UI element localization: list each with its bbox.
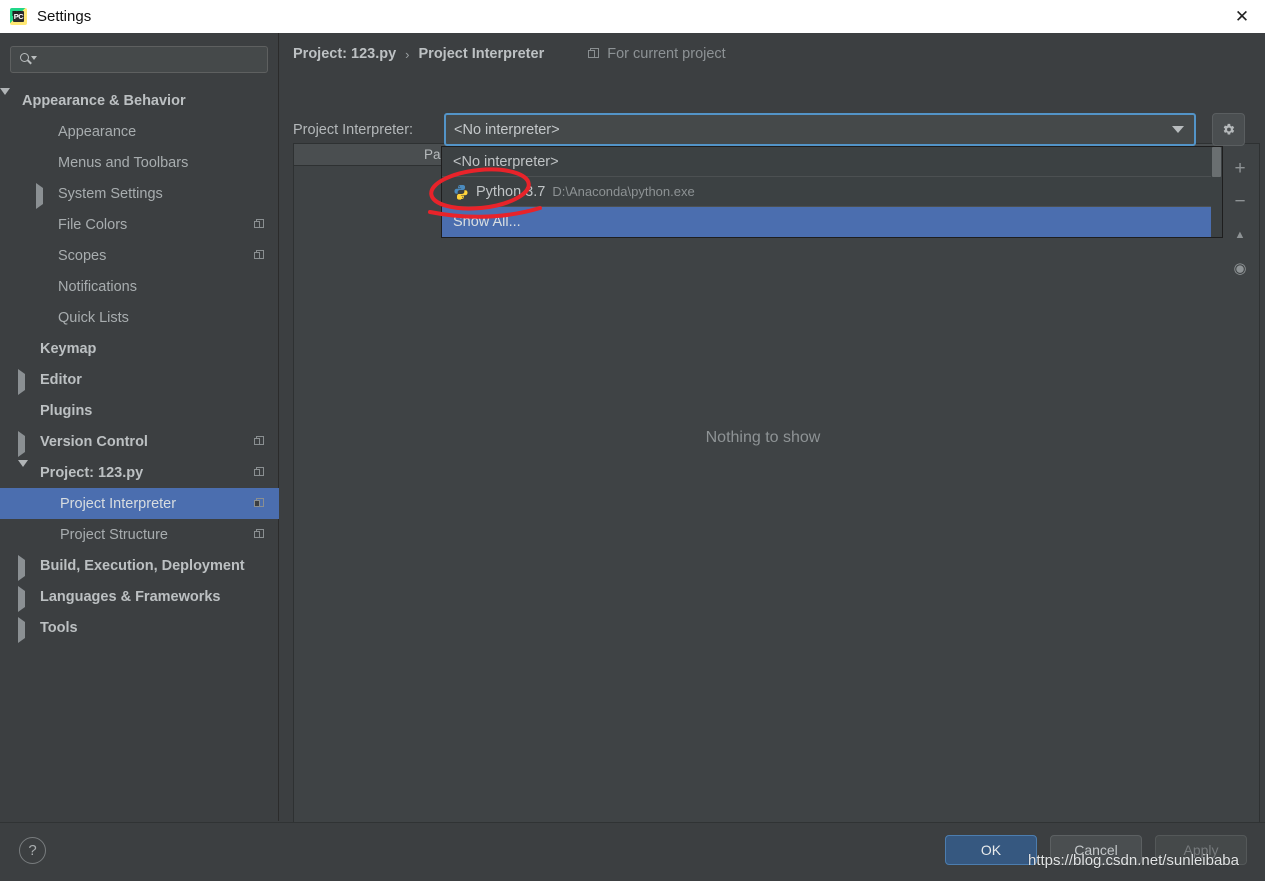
- upgrade-arrow-icon[interactable]: ▲: [1220, 218, 1260, 251]
- chevron-right-icon[interactable]: [18, 430, 30, 457]
- packages-toolbar: + − ▲ ◉: [1220, 143, 1260, 839]
- ok-button[interactable]: OK: [945, 835, 1037, 865]
- copy-scope-icon: [254, 436, 265, 447]
- chevron-right-icon[interactable]: [18, 616, 30, 643]
- breadcrumb-root[interactable]: Project: 123.py: [293, 46, 396, 62]
- chevron-right-icon[interactable]: [36, 182, 48, 209]
- sidebar-item-keymap[interactable]: Keymap: [0, 333, 279, 364]
- sidebar-item-languages-frameworks[interactable]: Languages & Frameworks: [0, 581, 279, 612]
- chevron-down-icon[interactable]: [1172, 126, 1184, 133]
- watermark-text: https://blog.csdn.net/sunleibaba: [1028, 852, 1239, 869]
- copy-scope-icon: [254, 529, 265, 540]
- sidebar-item-label: Languages & Frameworks: [40, 588, 221, 605]
- chevron-right-icon[interactable]: [18, 585, 30, 612]
- dropdown-option-show-all[interactable]: Show All...: [442, 207, 1222, 237]
- sidebar-item-appearance[interactable]: Appearance: [0, 116, 279, 147]
- chevron-right-icon[interactable]: [18, 368, 30, 395]
- sidebar-item-editor[interactable]: Editor: [0, 364, 279, 395]
- sidebar-item-label: Build, Execution, Deployment: [40, 557, 245, 574]
- sidebar-item-plugins[interactable]: Plugins: [0, 395, 279, 426]
- copy-scope-icon: [254, 467, 265, 478]
- search-box[interactable]: [10, 46, 268, 73]
- sidebar-item-project-structure[interactable]: Project Structure: [0, 519, 279, 550]
- breadcrumb-separator: ›: [405, 46, 410, 62]
- dropdown-option-label: <No interpreter>: [453, 153, 559, 170]
- interpreter-combobox[interactable]: <No interpreter>: [444, 113, 1196, 146]
- empty-state-message: Nothing to show: [705, 428, 821, 446]
- sidebar-item-label: Notifications: [58, 278, 137, 295]
- pycharm-icon: PC: [10, 8, 27, 25]
- search-input[interactable]: [36, 52, 267, 67]
- sidebar-item-label: Appearance: [58, 123, 137, 140]
- scope-note: For current project: [588, 46, 726, 62]
- dropdown-option-python-3-7[interactable]: Python 3.7 D:\Anaconda\python.exe: [442, 177, 1222, 207]
- minus-icon[interactable]: −: [1220, 185, 1260, 218]
- sidebar-item-label: Scopes: [58, 247, 107, 264]
- sidebar-item-label: Project Structure: [60, 526, 168, 543]
- dropdown-option-path: D:\Anaconda\python.exe: [552, 184, 695, 199]
- sidebar-item-system-settings[interactable]: System Settings: [0, 178, 279, 209]
- sidebar-item-project-123-py[interactable]: Project: 123.py: [0, 457, 279, 488]
- chevron-down-icon[interactable]: [0, 87, 12, 111]
- copy-scope-icon: [254, 219, 265, 230]
- sidebar-item-label: Menus and Toolbars: [58, 154, 189, 171]
- gear-icon[interactable]: [1212, 113, 1245, 146]
- sidebar-item-label: Project: 123.py: [40, 464, 144, 481]
- breadcrumb-leaf: Project Interpreter: [418, 46, 545, 62]
- sidebar-item-label: Plugins: [40, 402, 93, 419]
- packages-table: Package Nothing to show: [293, 143, 1233, 839]
- sidebar-item-notifications[interactable]: Notifications: [0, 271, 279, 302]
- eye-icon[interactable]: ◉: [1220, 251, 1260, 284]
- interpreter-selected-value: <No interpreter>: [454, 121, 560, 138]
- close-icon[interactable]: ✕: [1219, 0, 1265, 33]
- chevron-down-icon[interactable]: [18, 459, 30, 483]
- python-icon: [453, 184, 469, 200]
- copy-scope-icon: [254, 498, 265, 509]
- search-icon: [20, 52, 37, 68]
- sidebar-item-label: Appearance & Behavior: [22, 92, 186, 109]
- dropdown-option-no-interpreter[interactable]: <No interpreter>: [442, 147, 1222, 177]
- window-title: Settings: [37, 8, 92, 25]
- sidebar-item-label: Version Control: [40, 433, 148, 450]
- sidebar-item-project-interpreter[interactable]: Project Interpreter: [0, 488, 279, 519]
- dropdown-scrollbar[interactable]: [1211, 147, 1222, 237]
- settings-sidebar: Appearance & Behavior Appearance Menus and…: [0, 33, 279, 821]
- sidebar-item-label: Tools: [40, 619, 78, 636]
- copy-scope-icon: [254, 250, 265, 261]
- sidebar-item-label: File Colors: [58, 216, 128, 233]
- sidebar-item-tools[interactable]: Tools: [0, 612, 279, 643]
- interpreter-label: Project Interpreter:: [293, 122, 414, 138]
- chevron-right-icon[interactable]: [18, 554, 30, 581]
- window-titlebar: PC Settings ✕: [0, 0, 1265, 33]
- help-icon[interactable]: ?: [19, 837, 46, 864]
- sidebar-item-version-control[interactable]: Version Control: [0, 426, 279, 457]
- scope-note-label: For current project: [607, 46, 726, 62]
- copy-scope-icon: [588, 48, 600, 60]
- dropdown-option-label: Python 3.7: [476, 183, 546, 200]
- sidebar-item-menus-and-toolbars[interactable]: Menus and Toolbars: [0, 147, 279, 178]
- settings-main-panel: Project: 123.py › Project Interpreter Fo…: [280, 33, 1265, 839]
- sidebar-item-label: Quick Lists: [58, 309, 129, 326]
- interpreter-dropdown-list[interactable]: <No interpreter> Python 3.7 D:\Anaconda\py…: [441, 146, 1223, 238]
- sidebar-item-appearance-behavior[interactable]: Appearance & Behavior: [0, 85, 279, 116]
- sidebar-item-label: Project Interpreter: [60, 495, 177, 512]
- sidebar-item-quick-lists[interactable]: Quick Lists: [0, 302, 279, 333]
- dropdown-option-label: Show All...: [453, 214, 521, 230]
- sidebar-item-label: Keymap: [40, 340, 97, 357]
- sidebar-item-build-execution-deployment[interactable]: Build, Execution, Deployment: [0, 550, 279, 581]
- sidebar-item-scopes[interactable]: Scopes: [0, 240, 279, 271]
- packages-table-body: Nothing to show: [294, 166, 1232, 839]
- plus-icon[interactable]: +: [1220, 152, 1260, 185]
- settings-tree: Appearance & Behavior Appearance Menus and…: [0, 85, 279, 643]
- sidebar-item-label: System Settings: [58, 185, 163, 202]
- sidebar-item-file-colors[interactable]: File Colors: [0, 209, 279, 240]
- breadcrumb: Project: 123.py › Project Interpreter Fo…: [293, 46, 726, 62]
- sidebar-item-label: Editor: [40, 371, 82, 388]
